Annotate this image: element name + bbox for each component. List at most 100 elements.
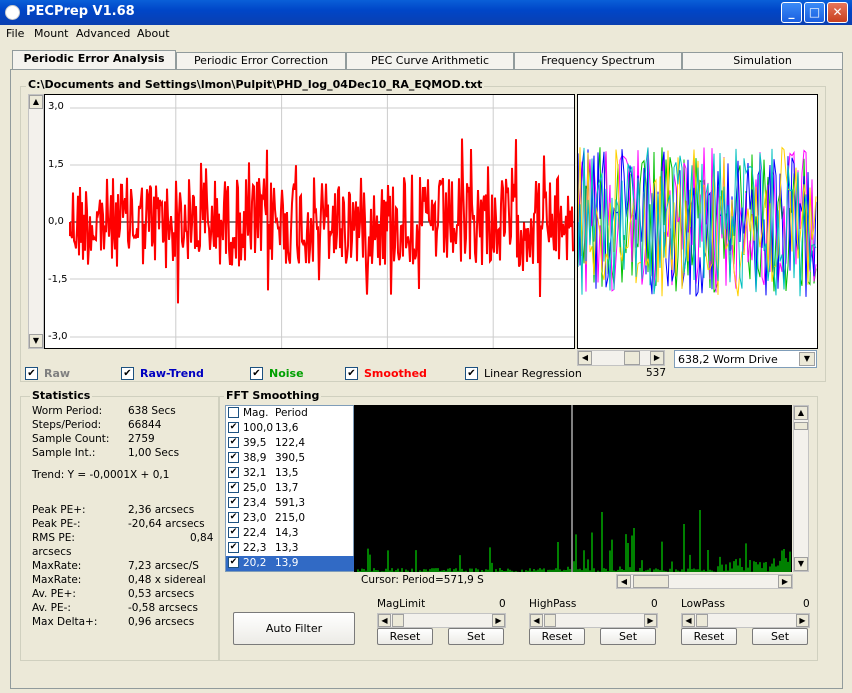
trend-equation: Trend: Y = -0,0001X + 0,1: [32, 469, 170, 481]
smoothed-checkbox[interactable]: ✔: [345, 367, 358, 380]
fft-peak-list[interactable]: Mag. Period ✔ 100,0 13,6 ✔ 39,5 122,4 ✔ 38,9 390…: [225, 405, 354, 572]
vertical-scrollbar[interactable]: ▲ ▼: [28, 94, 44, 349]
scroll-thumb[interactable]: [544, 614, 556, 627]
menu-mount[interactable]: Mount: [34, 27, 68, 40]
stat-value: 2,36 arcsecs: [128, 504, 195, 516]
peak-checkbox[interactable]: ✔: [228, 557, 239, 568]
scroll-right-icon[interactable]: ▶: [796, 614, 809, 627]
list-item[interactable]: ✔ 32,1 13,5: [226, 466, 354, 481]
close-button[interactable]: ✕: [827, 2, 848, 23]
scroll-right-icon[interactable]: ▶: [492, 614, 505, 627]
file-path: C:\Documents and Settings\lmon\Pulpit\PH…: [26, 78, 485, 91]
scroll-right-icon[interactable]: ▶: [650, 351, 664, 365]
filter-label: LowPass: [681, 598, 725, 610]
set-button[interactable]: Set: [752, 628, 808, 645]
stat-label: Sample Count:: [32, 433, 110, 445]
list-item[interactable]: ✔ 39,5 122,4: [226, 436, 354, 451]
scroll-right-icon[interactable]: ▶: [644, 614, 657, 627]
peak-checkbox[interactable]: ✔: [228, 437, 239, 448]
peak-checkbox[interactable]: ✔: [228, 452, 239, 463]
list-item[interactable]: ✔ 22,4 14,3: [226, 526, 354, 541]
scroll-thumb[interactable]: [624, 351, 640, 365]
statistics-title: Statistics: [30, 389, 93, 402]
peak-checkbox[interactable]: ✔: [228, 542, 239, 553]
menu-about[interactable]: About: [137, 27, 170, 40]
scroll-down-icon[interactable]: ▼: [29, 334, 43, 348]
minimize-button[interactable]: _: [781, 2, 802, 23]
stat-value: 0,96 arcsecs: [128, 616, 195, 628]
peak-checkbox[interactable]: ✔: [228, 527, 239, 538]
list-item[interactable]: ✔ 23,4 591,3: [226, 496, 354, 511]
list-item[interactable]: ✔ 22,3 13,3: [226, 541, 354, 556]
stat-label: RMS PE:: [32, 532, 75, 544]
maximize-button[interactable]: □: [804, 2, 825, 23]
list-item[interactable]: ✔ 23,0 215,0: [226, 511, 354, 526]
menu-file[interactable]: File: [6, 27, 24, 40]
tab-periodic-error-correction[interactable]: Periodic Error Correction: [176, 52, 346, 70]
reset-button[interactable]: Reset: [681, 628, 737, 645]
stat-value: -20,64 arcsecs: [128, 518, 205, 530]
menu-advanced[interactable]: Advanced: [76, 27, 130, 40]
scroll-thumb[interactable]: [392, 614, 404, 627]
scroll-left-icon[interactable]: ◀: [682, 614, 695, 627]
scroll-left-icon[interactable]: ◀: [578, 351, 592, 365]
set-button[interactable]: Set: [448, 628, 504, 645]
scroll-left-icon[interactable]: ◀: [378, 614, 391, 627]
chevron-down-icon[interactable]: ▼: [799, 352, 815, 366]
list-item[interactable]: ✔ 38,9 390,5: [226, 451, 354, 466]
peak-checkbox[interactable]: ✔: [228, 467, 239, 478]
auto-filter-button[interactable]: Auto Filter: [233, 612, 355, 645]
noise-checkbox[interactable]: ✔: [250, 367, 263, 380]
tab-pec-curve-arithmetic[interactable]: PEC Curve Arithmetic: [346, 52, 514, 70]
scroll-right-icon[interactable]: ▶: [778, 575, 792, 588]
linear-regression-checkbox[interactable]: ✔: [465, 367, 478, 380]
peak-magnitude: 32,1: [243, 467, 267, 479]
fft-title: FFT Smoothing: [224, 389, 322, 402]
list-header: Mag. Period: [226, 406, 354, 421]
list-item[interactable]: ✔ 25,0 13,7: [226, 481, 354, 496]
scroll-up-icon[interactable]: ▲: [794, 406, 808, 420]
peak-checkbox[interactable]: ✔: [228, 482, 239, 493]
scroll-up-icon[interactable]: ▲: [29, 95, 43, 109]
tab-periodic-error-analysis[interactable]: Periodic Error Analysis: [12, 50, 176, 71]
peak-checkbox[interactable]: ✔: [228, 512, 239, 523]
reset-button[interactable]: Reset: [377, 628, 433, 645]
peak-checkbox[interactable]: ✔: [228, 497, 239, 508]
scroll-left-icon[interactable]: ◀: [617, 575, 631, 588]
scroll-thumb[interactable]: [696, 614, 708, 627]
list-item[interactable]: ✔ 20,2 13,9: [226, 556, 354, 571]
tab-frequency-spectrum[interactable]: Frequency Spectrum: [514, 52, 682, 70]
set-button[interactable]: Set: [600, 628, 656, 645]
filter-slider[interactable]: ◀ ▶: [529, 613, 658, 628]
filter-value: 0: [499, 598, 506, 610]
scroll-left-icon[interactable]: ◀: [530, 614, 543, 627]
select-all-checkbox[interactable]: [228, 407, 239, 418]
spectrum-hscroll[interactable]: ◀ ▶: [616, 574, 793, 589]
stat-label: Peak PE+:: [32, 504, 86, 516]
filter-slider[interactable]: ◀ ▶: [681, 613, 810, 628]
list-item[interactable]: ✔ 100,0 13,6: [226, 421, 354, 436]
scroll-down-icon[interactable]: ▼: [794, 557, 808, 571]
scroll-thumb[interactable]: [794, 422, 808, 430]
worm-drive-dropdown[interactable]: 638,2 Worm Drive ▼: [674, 350, 817, 368]
worm-scroll-value: 537: [646, 367, 667, 379]
peak-checkbox[interactable]: ✔: [228, 422, 239, 433]
peak-magnitude: 100,0: [243, 422, 274, 434]
filter-slider[interactable]: ◀ ▶: [377, 613, 506, 628]
app-icon: [5, 5, 20, 20]
stat-label: MaxRate:: [32, 574, 82, 586]
stat-value: 1,00 Secs: [128, 447, 180, 459]
filter-value: 0: [651, 598, 658, 610]
worm-scrollbar[interactable]: ◀ ▶: [577, 350, 665, 366]
raw-checkbox[interactable]: ✔: [25, 367, 38, 380]
reset-button[interactable]: Reset: [529, 628, 585, 645]
raw-trend-checkbox[interactable]: ✔: [121, 367, 134, 380]
peak-period: 122,4: [275, 437, 306, 449]
peak-period: 13,6: [275, 422, 299, 434]
stat-value: 0,53 arcsecs: [128, 588, 195, 600]
stat-value: 0,84: [190, 532, 214, 544]
spectrum-vscroll[interactable]: ▲ ▼: [793, 405, 809, 572]
tab-simulation[interactable]: Simulation: [682, 52, 843, 70]
peak-period: 13,3: [275, 542, 299, 554]
scroll-thumb[interactable]: [633, 575, 669, 588]
